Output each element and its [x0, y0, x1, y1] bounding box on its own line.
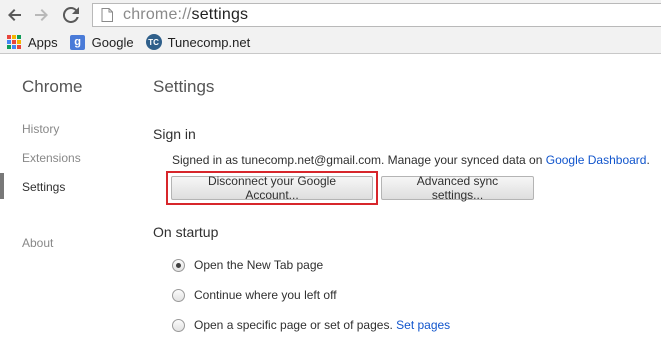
settings-main: Settings Sign in Signed in as tunecomp.n…	[153, 54, 661, 345]
startup-option-specific-pages[interactable]: Open a specific page or set of pages. Se…	[172, 318, 450, 332]
sidebar-item-settings[interactable]: Settings	[22, 180, 65, 194]
on-startup-heading: On startup	[153, 224, 219, 240]
radio-selected[interactable]	[172, 258, 185, 272]
bookmark-apps[interactable]: Apps	[6, 34, 58, 50]
option-label: Open a specific page or set of pages.	[194, 318, 393, 332]
google-icon: g	[70, 34, 86, 50]
url-host: settings	[191, 6, 249, 23]
bookmark-google[interactable]: g Google	[70, 34, 134, 50]
advanced-sync-button[interactable]: Advanced sync settings...	[381, 174, 534, 202]
startup-option-new-tab[interactable]: Open the New Tab page	[172, 258, 323, 272]
bookmarks-bar: Apps g Google TC Tunecomp.net	[0, 31, 661, 54]
page-icon	[99, 7, 115, 23]
page-title: Settings	[153, 77, 215, 96]
signed-in-status: Signed in as tunecomp.net@gmail.com. Man…	[172, 153, 650, 167]
settings-sidebar: Chrome History Extensions Settings About	[0, 54, 130, 345]
address-bar[interactable]: chrome://settings	[92, 3, 661, 27]
back-arrow-icon[interactable]	[4, 4, 26, 26]
bookmark-label: Google	[91, 34, 134, 50]
option-label: Open the New Tab page	[194, 258, 324, 272]
reload-icon[interactable]	[60, 4, 82, 26]
signed-in-suffix: .	[646, 153, 650, 167]
radio-unselected[interactable]	[172, 288, 185, 302]
option-label: Continue where you left off	[194, 288, 337, 302]
url-text: chrome://settings	[123, 6, 248, 24]
url-scheme: chrome://	[123, 6, 192, 23]
sidebar-item-history[interactable]: History	[22, 122, 59, 136]
tunecomp-icon: TC	[145, 34, 162, 50]
sign-in-heading: Sign in	[153, 126, 196, 142]
startup-option-continue[interactable]: Continue where you left off	[172, 288, 337, 302]
sidebar-item-about[interactable]: About	[22, 236, 53, 250]
disconnect-account-button[interactable]: Disconnect your Google Account...	[171, 174, 373, 202]
apps-grid-icon	[6, 34, 22, 50]
bookmark-tunecomp[interactable]: TC Tunecomp.net	[145, 34, 251, 50]
browser-toolbar: chrome://settings	[0, 0, 661, 31]
signed-in-text: Signed in as tunecomp.net@gmail.com. Man…	[172, 153, 546, 167]
bookmark-label: Tunecomp.net	[167, 34, 251, 50]
forward-arrow-icon[interactable]	[30, 4, 52, 26]
bookmark-label: Apps	[28, 34, 58, 50]
sidebar-brand: Chrome	[22, 77, 83, 96]
google-dashboard-link[interactable]: Google Dashboard	[546, 153, 647, 167]
sidebar-item-extensions[interactable]: Extensions	[22, 151, 81, 165]
radio-unselected[interactable]	[172, 318, 185, 332]
set-pages-link[interactable]: Set pages	[396, 318, 450, 332]
active-indicator	[0, 173, 4, 199]
